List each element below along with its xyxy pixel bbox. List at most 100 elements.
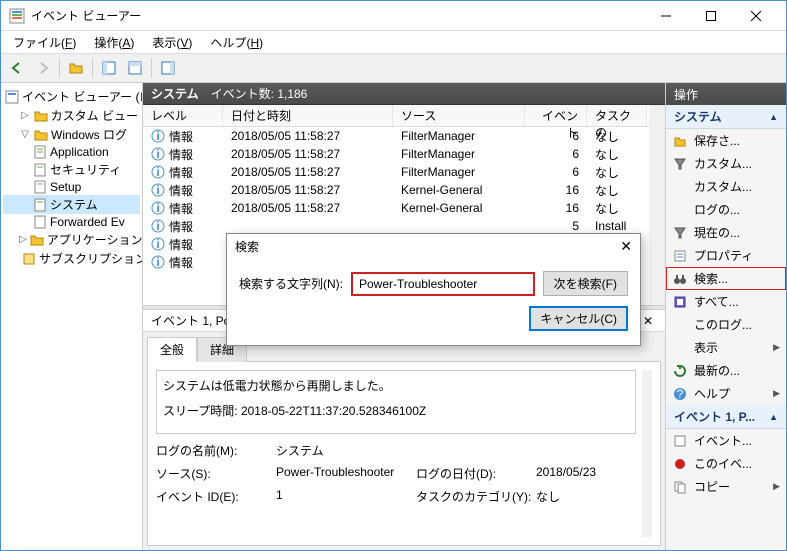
event-row[interactable]: i情報2018/05/05 11:58:27FilterManager6なし [143, 127, 649, 145]
tree-windows-logs[interactable]: ▽Windows ログ [3, 125, 140, 144]
search-label: 検索する文字列(N): [239, 275, 343, 292]
close-button[interactable] [733, 1, 778, 31]
menu-help[interactable]: ヘルプ(H) [202, 32, 271, 53]
col-source[interactable]: ソース [393, 105, 525, 126]
action-latest[interactable]: 最新の... [666, 359, 786, 382]
col-level[interactable]: レベル [143, 105, 223, 126]
actions-section-system: システム▲ [666, 105, 786, 129]
detail-close-button[interactable]: ✕ [639, 314, 657, 328]
action-properties[interactable]: プロパティ [666, 244, 786, 267]
detail-scrollbar[interactable] [642, 370, 652, 537]
window-titlebar: イベント ビューアー [1, 1, 786, 31]
info-icon: i [151, 165, 165, 179]
event-count: イベント数: 1,186 [211, 85, 308, 102]
search-dialog: 検索 ✕ 検索する文字列(N): 次を検索(F) キャンセル(C) [226, 233, 641, 346]
tree-pane: イベント ビューアー (ローカル) ▷カスタム ビュー ▽Windows ログ … [1, 83, 143, 550]
menu-action[interactable]: 操作(A) [86, 32, 142, 53]
tree-custom-views[interactable]: ▷カスタム ビュー [3, 106, 140, 125]
svg-text:i: i [156, 237, 159, 251]
svg-text:i: i [156, 183, 159, 197]
tree-security[interactable]: セキュリティ [3, 160, 140, 179]
info-icon: i [151, 201, 165, 215]
detail-pane: イベント 1, Pow ✕ 全般 詳細 システムは低電力状態から再開しました。 … [143, 310, 665, 550]
info-icon: i [151, 147, 165, 161]
action-custom2[interactable]: カスタム... [666, 175, 786, 198]
layout2-icon[interactable] [123, 56, 147, 80]
action-event[interactable]: イベント... [666, 429, 786, 452]
action-this-event[interactable]: このイベ... [666, 452, 786, 475]
app-icon [9, 8, 25, 24]
log-name-value: システム [276, 442, 416, 459]
back-button[interactable] [5, 56, 29, 80]
tree-setup[interactable]: Setup [3, 179, 140, 195]
search-dialog-close[interactable]: ✕ [620, 238, 632, 255]
tree-app-services[interactable]: ▷アプリケーションとサー [3, 230, 140, 249]
event-row[interactable]: i情報2018/05/05 11:58:27FilterManager6なし [143, 163, 649, 181]
action-log[interactable]: ログの... [666, 198, 786, 221]
action-view[interactable]: 表示▶ [666, 336, 786, 359]
menu-view[interactable]: 表示(V) [144, 32, 200, 53]
action-search[interactable]: 検索... [666, 267, 786, 290]
minimize-button[interactable] [643, 1, 688, 31]
search-dialog-title: 検索 [235, 238, 259, 255]
tab-general[interactable]: 全般 [147, 337, 197, 362]
svg-text:i: i [156, 147, 159, 161]
log-date-label: ログの日付(D): [416, 465, 536, 482]
svg-text:i: i [156, 201, 159, 215]
detail-body: システムは低電力状態から再開しました。 スリープ時間: 2018-05-22T1… [147, 361, 661, 546]
info-icon: i [151, 183, 165, 197]
action-custom[interactable]: カスタム... [666, 152, 786, 175]
layout1-icon[interactable] [97, 56, 121, 80]
tree-root[interactable]: イベント ビューアー (ローカル) [3, 87, 140, 106]
collapse-icon[interactable]: ▲ [769, 112, 778, 122]
event-row[interactable]: i情報2018/05/05 11:58:27Kernel-General16なし [143, 199, 649, 217]
source-label: ソース(S): [156, 465, 276, 482]
source-value: Power-Troubleshooter [276, 465, 416, 482]
action-current[interactable]: 現在の... [666, 221, 786, 244]
action-this-log[interactable]: このログ... [666, 313, 786, 336]
tree-application[interactable]: Application [3, 144, 140, 160]
collapse-icon[interactable]: ▲ [769, 412, 778, 422]
task-category-value: なし [536, 488, 636, 505]
event-row[interactable]: i情報2018/05/05 11:58:27Kernel-General16なし [143, 181, 649, 199]
info-icon: i [151, 255, 165, 269]
log-date-value: 2018/05/23 [536, 465, 636, 482]
col-task[interactable]: タスクの [587, 105, 647, 126]
binoculars-icon [672, 271, 688, 287]
find-next-button[interactable]: 次を検索(F) [543, 271, 628, 296]
tree-subscriptions[interactable]: サブスクリプション [3, 249, 140, 268]
svg-text:i: i [156, 165, 159, 179]
col-eventid[interactable]: イベント [525, 105, 587, 126]
action-help[interactable]: ?ヘルプ▶ [666, 382, 786, 405]
event-row[interactable]: i情報2018/05/05 11:58:27FilterManager6なし [143, 145, 649, 163]
tree-forwarded[interactable]: Forwarded Ev [3, 214, 140, 230]
info-icon: i [151, 237, 165, 251]
tree-system[interactable]: システム [3, 195, 140, 214]
event-list-scrollbar[interactable] [649, 105, 665, 305]
svg-text:i: i [156, 219, 159, 233]
maximize-button[interactable] [688, 1, 733, 31]
actions-pane: 操作 システム▲ 保存さ... カスタム... カスタム... ログの... 現… [666, 83, 786, 550]
action-copy[interactable]: コピー▶ [666, 475, 786, 498]
event-columns: レベル 日付と時刻 ソース イベント タスクの [143, 105, 649, 127]
svg-text:i: i [156, 255, 159, 269]
menu-file[interactable]: ファイル(F) [5, 32, 84, 53]
action-save[interactable]: 保存さ... [666, 129, 786, 152]
toolbar [1, 53, 786, 83]
task-category-label: タスクのカテゴリ(Y): [416, 488, 536, 505]
info-icon: i [151, 129, 165, 143]
svg-text:?: ? [677, 387, 684, 401]
cancel-button[interactable]: キャンセル(C) [529, 306, 628, 331]
center-header: システム イベント数: 1,186 [143, 83, 665, 105]
action-all[interactable]: すべて... [666, 290, 786, 313]
eventid-label: イベント ID(E): [156, 488, 276, 505]
col-date[interactable]: 日付と時刻 [223, 105, 393, 126]
layout3-icon[interactable] [156, 56, 180, 80]
detail-properties: ログの名前(M): システム ソース(S): Power-Troubleshoo… [156, 442, 636, 505]
log-name-label: ログの名前(M): [156, 442, 276, 459]
search-input[interactable] [351, 272, 535, 296]
menubar: ファイル(F) 操作(A) 表示(V) ヘルプ(H) [1, 31, 786, 53]
open-icon[interactable] [64, 56, 88, 80]
eventid-value: 1 [276, 488, 416, 505]
forward-button[interactable] [31, 56, 55, 80]
